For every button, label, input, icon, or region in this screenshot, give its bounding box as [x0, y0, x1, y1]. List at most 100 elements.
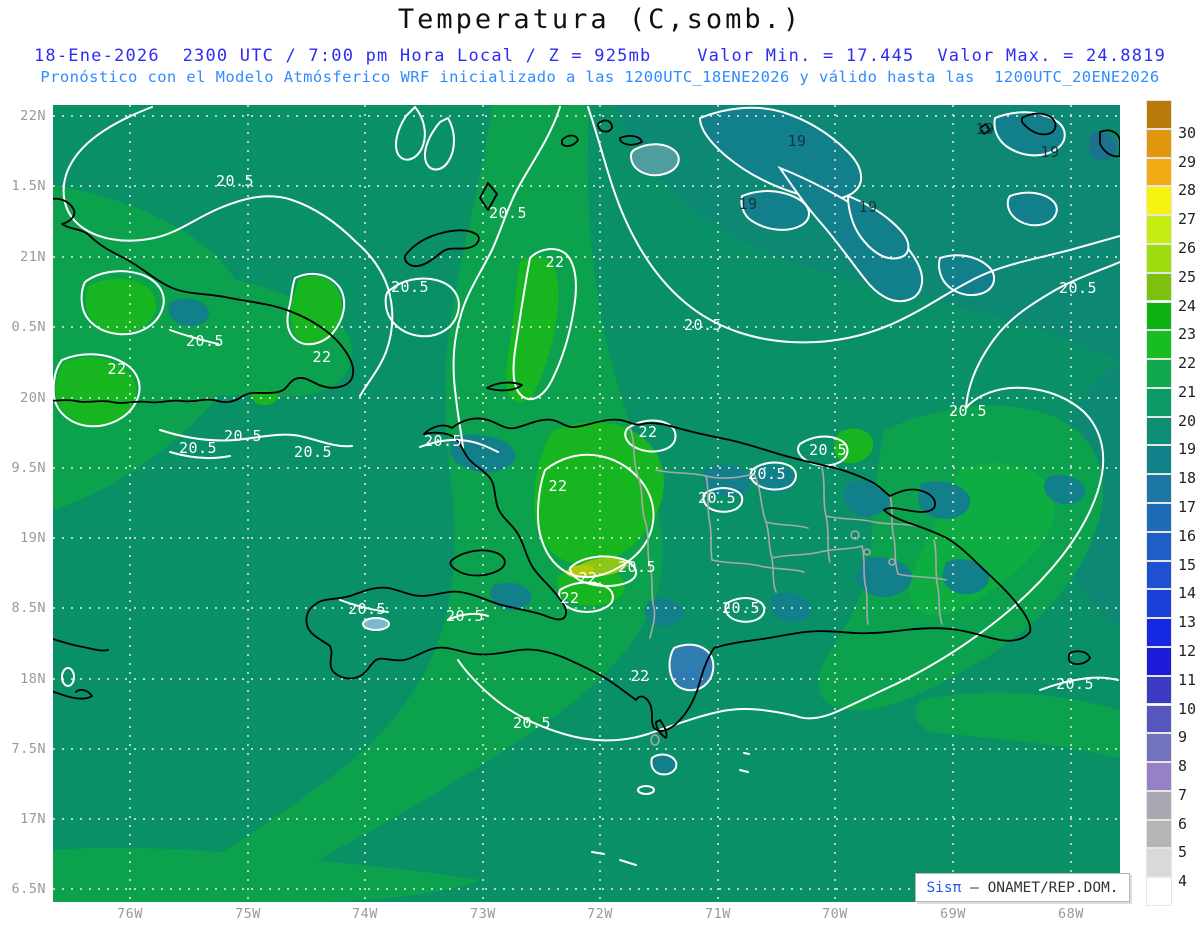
colorbar-tick-label: 27: [1178, 210, 1197, 229]
fill-lake: [362, 617, 390, 631]
lon-tick-label: 74W: [352, 906, 378, 922]
colorbar-tick-label: 23: [1178, 325, 1197, 344]
contour-value-label: 20.5: [617, 558, 657, 576]
contour-value-label: 20.5: [445, 607, 485, 625]
colorbar-tick-label: 9: [1178, 728, 1188, 747]
lon-tick-label: 75W: [235, 906, 261, 922]
contour-value-label: 20.5: [347, 600, 387, 618]
watermark-badge: Sisπ — ONAMET/REP.DOM.: [915, 873, 1130, 902]
contour-value-label: 20.5: [185, 332, 225, 350]
contour-value-label: 22: [545, 253, 565, 271]
colorbar-segment: [1146, 790, 1172, 820]
colorbar-tick-label: 18: [1178, 469, 1197, 488]
contour-value-label: 20.5: [948, 402, 988, 420]
colorbar-segment: [1146, 646, 1172, 676]
lat-tick-label: 1.5N: [11, 178, 46, 194]
colorbar-segment: [1146, 675, 1172, 705]
contour-value-label: 20.5: [1055, 675, 1095, 693]
sispi-logo: Sisπ: [926, 879, 962, 896]
colorbar-tick-label: 13: [1178, 613, 1197, 632]
fill-caicos-bank: [629, 143, 680, 177]
lon-tick-label: 72W: [587, 906, 613, 922]
fill-cool-islet-south: [650, 753, 678, 776]
model-info-line: Pronóstico con el Modelo Atmósferico WRF…: [40, 68, 1160, 86]
lon-tick-label: 73W: [470, 906, 496, 922]
colorbar-tick-label: 6: [1178, 814, 1188, 833]
contour-value-label: 19: [1040, 143, 1060, 161]
contour-value-label: 20.5: [1058, 279, 1098, 297]
lon-tick-label: 70W: [822, 906, 848, 922]
contour-value-label: 20.5: [512, 714, 552, 732]
colorbar-tick-label: 28: [1178, 181, 1197, 200]
colorbar-tick-label: 30: [1178, 123, 1197, 142]
colorbar-segment: [1146, 157, 1172, 187]
page-title: Temperatura (C,somb.): [397, 4, 803, 35]
watermark-org: ONAMET/REP.DOM.: [987, 879, 1119, 896]
colorbar-tick-label: 20: [1178, 411, 1197, 430]
lat-tick-label: 18N: [20, 671, 46, 687]
lon-tick-label: 68W: [1058, 906, 1084, 922]
contour-value-label: 20.5: [683, 316, 723, 334]
lat-tick-label: 0.5N: [11, 319, 46, 335]
colorbar-segment: [1146, 733, 1172, 763]
colorbar-tick-label: 25: [1178, 267, 1197, 286]
colorbar-segment: [1146, 416, 1172, 446]
colorbar-segment: [1146, 243, 1172, 273]
lon-tick-label: 69W: [940, 906, 966, 922]
colorbar-tick-label: 21: [1178, 382, 1197, 401]
contour-value-label: 19: [858, 198, 878, 216]
colorbar-segment: [1146, 704, 1172, 734]
colorbar-tick-label: 22: [1178, 354, 1197, 373]
lat-tick-label: 22N: [20, 108, 46, 124]
colorbar-tick-label: 12: [1178, 641, 1197, 660]
contour-value-label: 19: [787, 132, 807, 150]
lat-tick-label: 6.5N: [11, 881, 46, 897]
contour-value-label: 22: [638, 423, 658, 441]
contour-value-label: 22: [578, 569, 598, 587]
contour-value-label: 20.5: [423, 432, 463, 450]
colorbar-segment: [1146, 215, 1172, 244]
colorbar-segment: [1146, 503, 1172, 532]
colorbar-segment: [1146, 848, 1172, 878]
forecast-datetime-line: 18-Ene-2026 2300 UTC / 7:00 pm Hora Loca…: [33, 46, 1167, 66]
contour-value-label: 22: [560, 589, 580, 607]
colorbar-tick-label: 7: [1178, 785, 1188, 804]
colorbar-segment: [1146, 877, 1172, 906]
contour-value-label: 20.5: [178, 439, 218, 457]
colorbar-tick-label: 10: [1178, 699, 1197, 718]
contour-value-label: 20.5: [390, 278, 430, 296]
contour-value-label: 20.5: [215, 172, 255, 190]
colorbar-segment: [1146, 128, 1172, 158]
lat-tick-label: 17N: [20, 811, 46, 827]
colorbar-segment: [1146, 560, 1172, 590]
contour-value-label: 20.5: [747, 465, 787, 483]
colorbar-tick-label: 11: [1178, 670, 1197, 689]
contour-value-label: 20.5: [223, 427, 263, 445]
contour-value-label: 22: [548, 477, 568, 495]
fill-cold-blue-spot: [668, 643, 715, 692]
colorbar-segment: [1146, 819, 1172, 849]
colorbar-segment: [1146, 330, 1172, 360]
lon-tick-label: 76W: [117, 906, 143, 922]
colorbar-segment: [1146, 387, 1172, 417]
colorbar-segment: [1146, 445, 1172, 475]
colorbar-segment: [1146, 618, 1172, 647]
colorbar-segment: [1146, 474, 1172, 503]
colorbar-segment: [1146, 272, 1172, 302]
contour-value-label: 22: [630, 667, 650, 685]
contour-value-label: 19: [738, 195, 758, 213]
contour-value-label: 20.5: [293, 443, 333, 461]
colorbar-tick-label: 4: [1178, 872, 1188, 891]
colorbar-segment: [1146, 762, 1172, 791]
colorbar-tick-label: 26: [1178, 238, 1197, 257]
lon-tick-label: 71W: [705, 906, 731, 922]
contour-value-label: 22: [107, 360, 127, 378]
colorbar-tick-label: 5: [1178, 843, 1188, 862]
colorbar-tick-label: 24: [1178, 296, 1197, 315]
contour-value-label: 22: [312, 348, 332, 366]
colorbar-segment: [1146, 301, 1172, 331]
colorbar-segment: [1146, 359, 1172, 388]
map-canvas: [29, 105, 1121, 902]
map-area: [29, 105, 1121, 902]
colorbar-segment: [1146, 186, 1172, 216]
